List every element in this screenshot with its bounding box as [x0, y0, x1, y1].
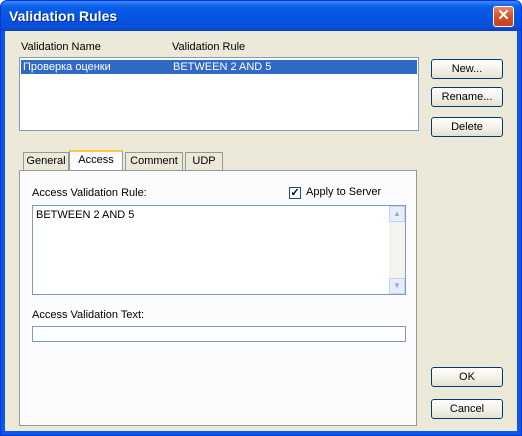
close-button[interactable]: ✕: [493, 6, 514, 27]
list-item-name: Проверка оценки: [23, 61, 111, 73]
scroll-down-arrow-icon[interactable]: ▼: [389, 278, 405, 294]
column-header-validation-name: Validation Name: [21, 41, 101, 53]
access-validation-text-field[interactable]: [32, 326, 406, 342]
access-validation-rule-textarea[interactable]: BETWEEN 2 AND 5 ▲ ▼: [32, 205, 406, 295]
ok-button[interactable]: OK: [431, 367, 503, 387]
tab-general[interactable]: General: [23, 152, 69, 170]
column-header-validation-rule: Validation Rule: [172, 41, 246, 53]
title-bar[interactable]: Validation Rules ✕: [1, 1, 521, 31]
scroll-up-arrow-icon[interactable]: ▲: [389, 206, 405, 222]
rename-button[interactable]: Rename...: [431, 87, 503, 107]
tab-comment[interactable]: Comment: [125, 152, 183, 170]
cancel-button[interactable]: Cancel: [431, 399, 503, 419]
access-validation-text-label: Access Validation Text:: [32, 309, 145, 321]
access-validation-rule-value: BETWEEN 2 AND 5: [36, 209, 135, 221]
list-item-rule: BETWEEN 2 AND 5: [173, 61, 272, 73]
close-icon: ✕: [497, 7, 510, 24]
access-tab-panel: Access Validation Rule: ✓ Apply to Serve…: [19, 170, 417, 426]
list-item[interactable]: Проверка оценки BETWEEN 2 AND 5: [21, 60, 417, 74]
apply-to-server-checkbox[interactable]: ✓: [289, 187, 301, 199]
vertical-scrollbar[interactable]: ▲ ▼: [389, 206, 405, 294]
new-button[interactable]: New...: [431, 59, 503, 79]
dialog-client-area: Validation Name Validation Rule Проверка…: [5, 31, 517, 431]
apply-to-server-label[interactable]: Apply to Server: [306, 186, 381, 198]
access-validation-rule-label: Access Validation Rule:: [32, 187, 147, 199]
dialog-window: Validation Rules ✕ Validation Name Valid…: [0, 0, 522, 436]
validation-list[interactable]: Проверка оценки BETWEEN 2 AND 5: [19, 57, 419, 131]
delete-button[interactable]: Delete: [431, 117, 503, 137]
window-title: Validation Rules: [9, 8, 118, 24]
checkmark-icon: ✓: [290, 187, 300, 199]
tab-udp[interactable]: UDP: [185, 152, 223, 170]
tab-access[interactable]: Access: [69, 150, 123, 170]
